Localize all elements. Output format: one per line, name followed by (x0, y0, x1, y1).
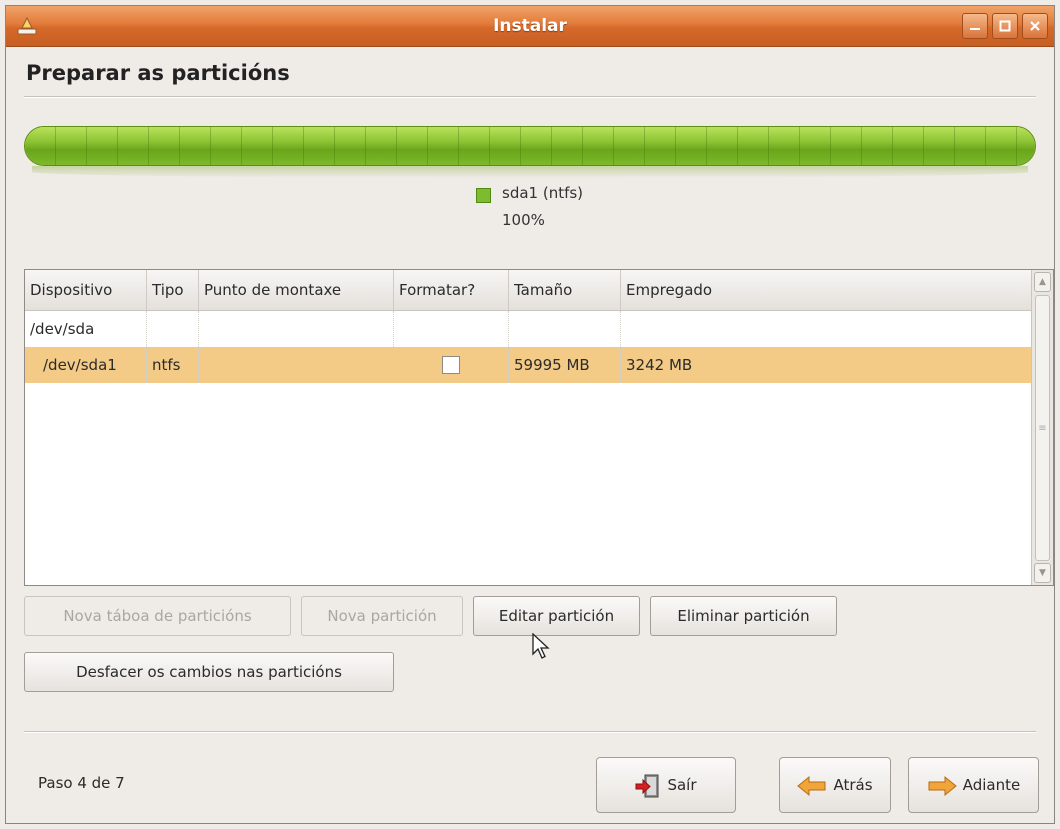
column-header-type[interactable]: Tipo (147, 270, 199, 310)
footer-separator (24, 731, 1036, 733)
edit-partition-button[interactable]: Editar partición (473, 596, 640, 636)
cell-format (394, 311, 509, 347)
new-partition-table-button[interactable]: Nova táboa de particións (24, 596, 291, 636)
installer-window: Instalar Preparar as particións sda1 (nt… (5, 5, 1055, 824)
cell-mount (199, 347, 394, 383)
cell-size: 59995 MB (509, 347, 621, 383)
scroll-up-button[interactable]: ▲ (1034, 272, 1051, 292)
cell-device: /dev/sda (25, 311, 147, 347)
minimize-icon (970, 28, 980, 30)
window-title: Instalar (493, 16, 567, 36)
cell-type (147, 311, 199, 347)
quit-button[interactable]: Saír (596, 757, 736, 813)
column-header-used[interactable]: Empregado (621, 270, 1031, 310)
column-header-device[interactable]: Dispositivo (25, 270, 147, 310)
maximize-icon (999, 20, 1011, 32)
forward-button[interactable]: Adiante (908, 757, 1039, 813)
back-button[interactable]: Atrás (779, 757, 891, 813)
cell-used (621, 311, 1031, 347)
cell-mount (199, 311, 394, 347)
new-partition-button[interactable]: Nova partición (301, 596, 463, 636)
cell-used: 3242 MB (626, 356, 693, 374)
table-scrollbar[interactable]: ▲ ≡ ▼ (1031, 270, 1053, 585)
column-header-mount[interactable]: Punto de montaxe (199, 270, 394, 310)
close-icon (1030, 21, 1040, 31)
step-indicator: Paso 4 de 7 (38, 774, 125, 792)
delete-partition-button[interactable]: Eliminar partición (650, 596, 837, 636)
partition-table[interactable]: Dispositivo Tipo Punto de montaxe Format… (24, 269, 1054, 586)
page-title: Preparar as particións (26, 61, 290, 85)
legend-partition-percent: 100% (502, 211, 545, 229)
cell-device: /dev/sda1 (25, 347, 147, 383)
forward-button-label: Adiante (962, 776, 1021, 794)
column-header-format[interactable]: Formatar? (394, 270, 509, 310)
arrow-left-icon (797, 775, 826, 796)
cell-type: ntfs (147, 347, 199, 383)
maximize-button[interactable] (992, 13, 1018, 39)
partition-bar-track (24, 126, 1036, 166)
table-row-selected[interactable]: /dev/sda1 ntfs 59995 MB 3242 MB (25, 347, 1031, 383)
scroll-down-button[interactable]: ▼ (1034, 563, 1051, 583)
partition-bar-reflection (32, 166, 1028, 178)
table-row[interactable]: /dev/sda (25, 311, 1031, 347)
header-separator (24, 96, 1036, 98)
legend-swatch (476, 188, 491, 203)
cell-size (509, 311, 621, 347)
back-button-label: Atrás (833, 776, 873, 794)
scroll-thumb[interactable]: ≡ (1035, 295, 1050, 561)
arrow-right-icon (928, 775, 957, 796)
exit-door-icon (635, 774, 659, 797)
column-header-size[interactable]: Tamaño (509, 270, 621, 310)
legend-partition-name: sda1 (ntfs) (502, 184, 584, 202)
partition-bar (24, 126, 1036, 178)
close-button[interactable] (1022, 13, 1048, 39)
minimize-button[interactable] (962, 13, 988, 39)
title-bar[interactable]: Instalar (6, 6, 1054, 47)
cell-format (394, 347, 509, 383)
format-checkbox[interactable] (442, 356, 460, 374)
undo-partition-changes-button[interactable]: Desfacer os cambios nas particións (24, 652, 394, 692)
mouse-pointer-icon (532, 633, 550, 659)
quit-button-label: Saír (667, 776, 697, 794)
table-header: Dispositivo Tipo Punto de montaxe Format… (25, 270, 1031, 311)
partition-bar-grid (25, 127, 1035, 165)
window-controls (962, 13, 1048, 39)
